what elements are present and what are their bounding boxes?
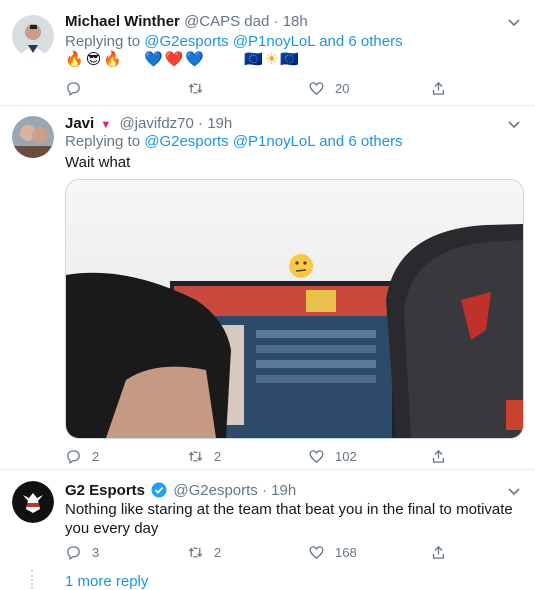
- timestamp[interactable]: 19h: [271, 482, 296, 499]
- tweet-michael-winther[interactable]: Michael Winther @CAPS dad · 18h Replying…: [0, 0, 535, 105]
- reply-count: 2: [92, 448, 100, 464]
- reply-icon: [67, 449, 80, 464]
- user-handle[interactable]: @CAPS dad: [184, 13, 269, 30]
- heart-icon: [309, 449, 324, 463]
- separator-dot: ·: [198, 115, 204, 132]
- eu-flag-emoji: 🇪🇺: [280, 51, 299, 68]
- like-button[interactable]: 20: [308, 78, 349, 98]
- retweet-icon: [188, 450, 203, 462]
- reply-button[interactable]: [65, 78, 92, 98]
- retweet-button[interactable]: 2: [187, 542, 221, 562]
- share-icon: [432, 449, 445, 463]
- tweet-text: Wait what: [65, 154, 131, 171]
- display-name[interactable]: Michael Winther: [65, 13, 180, 30]
- tweet-header: Michael Winther @CAPS dad · 18h: [65, 13, 308, 31]
- tweet-header: Javi ▼ @javifdz70 · 19h: [65, 115, 232, 134]
- separator-dot: ·: [261, 482, 267, 499]
- display-name[interactable]: G2 Esports: [65, 482, 145, 499]
- like-count: 102: [335, 448, 357, 464]
- retweet-button[interactable]: [187, 78, 214, 98]
- retweet-icon: [188, 82, 203, 94]
- replying-to-link[interactable]: @G2esports @P1noyLoL: [144, 33, 315, 50]
- reply-count: 3: [92, 544, 100, 560]
- verified-badge-icon: [151, 482, 167, 498]
- reply-icon: [67, 81, 80, 96]
- tweet-g2-esports[interactable]: G2 Esports @G2esports · 19h Nothing like…: [0, 470, 535, 589]
- reply-icon: [67, 545, 80, 560]
- share-button[interactable]: [430, 542, 457, 562]
- reply-button[interactable]: 3: [65, 542, 99, 562]
- heart-badge-icon: ▼: [100, 119, 112, 131]
- share-button[interactable]: [430, 78, 457, 98]
- like-count: 168: [335, 544, 357, 560]
- tweet-actions: 3 2 168: [65, 542, 495, 564]
- share-icon: [432, 545, 445, 559]
- replying-others-link[interactable]: and 6 others: [319, 133, 402, 150]
- retweet-count: 2: [214, 544, 222, 560]
- heart-icon: [309, 81, 324, 95]
- avatar[interactable]: [12, 481, 54, 523]
- sunglasses-emoji: 😎: [85, 51, 102, 68]
- like-button[interactable]: 102: [308, 446, 357, 466]
- retweet-count: 2: [214, 448, 222, 464]
- share-button[interactable]: [430, 446, 457, 466]
- timestamp[interactable]: 19h: [207, 115, 232, 132]
- sun-emoji: ☀: [264, 51, 279, 68]
- replying-prefix: Replying to: [65, 133, 141, 150]
- retweet-icon: [188, 546, 203, 558]
- fire-emoji: 🔥: [103, 51, 123, 68]
- avatar[interactable]: [12, 15, 54, 57]
- heart-icon: [309, 545, 324, 559]
- like-button[interactable]: 168: [308, 542, 357, 562]
- retweet-button[interactable]: 2: [187, 446, 221, 466]
- chevron-down-icon[interactable]: [507, 117, 521, 131]
- blue-heart-emoji: 💙: [144, 51, 163, 68]
- replying-others-link[interactable]: and 6 others: [319, 33, 402, 50]
- thread-connector: [31, 570, 35, 589]
- chevron-down-icon[interactable]: [507, 484, 521, 498]
- user-handle[interactable]: @G2esports: [173, 482, 257, 499]
- tweet-text: Nothing like staring at the team that be…: [65, 501, 513, 537]
- tweet-header: G2 Esports @G2esports · 19h: [65, 482, 296, 500]
- photo-image: [66, 180, 523, 438]
- tweet-text-emojis: 🔥 😎 🔥 💙 ❤️ 💙 🇪🇺 ☀ 🇪🇺: [65, 49, 299, 69]
- red-heart-emoji: ❤️: [164, 51, 184, 68]
- replying-prefix: Replying to: [65, 33, 141, 50]
- eu-flag-emoji: 🇪🇺: [244, 51, 263, 68]
- share-icon: [432, 81, 445, 95]
- tweet-actions: 20: [65, 78, 495, 100]
- like-count: 20: [335, 80, 350, 96]
- tweet-photo[interactable]: [65, 179, 524, 439]
- display-name[interactable]: Javi: [65, 115, 94, 132]
- chevron-down-icon[interactable]: [507, 15, 521, 29]
- reply-button[interactable]: 2: [65, 446, 99, 466]
- blue-heart-emoji: 💙: [185, 51, 205, 68]
- avatar[interactable]: [12, 116, 54, 158]
- timestamp[interactable]: 18h: [283, 13, 308, 30]
- fire-emoji: 🔥: [65, 51, 84, 68]
- replying-to-link[interactable]: @G2esports @P1noyLoL: [144, 133, 315, 150]
- tweet-actions: 2 2 102: [65, 446, 495, 468]
- user-handle[interactable]: @javifdz70: [119, 115, 193, 132]
- separator-dot: ·: [273, 13, 279, 30]
- replying-to: Replying to @G2esports @P1noyLoL and 6 o…: [65, 133, 403, 151]
- more-replies-link[interactable]: 1 more reply: [65, 573, 148, 590]
